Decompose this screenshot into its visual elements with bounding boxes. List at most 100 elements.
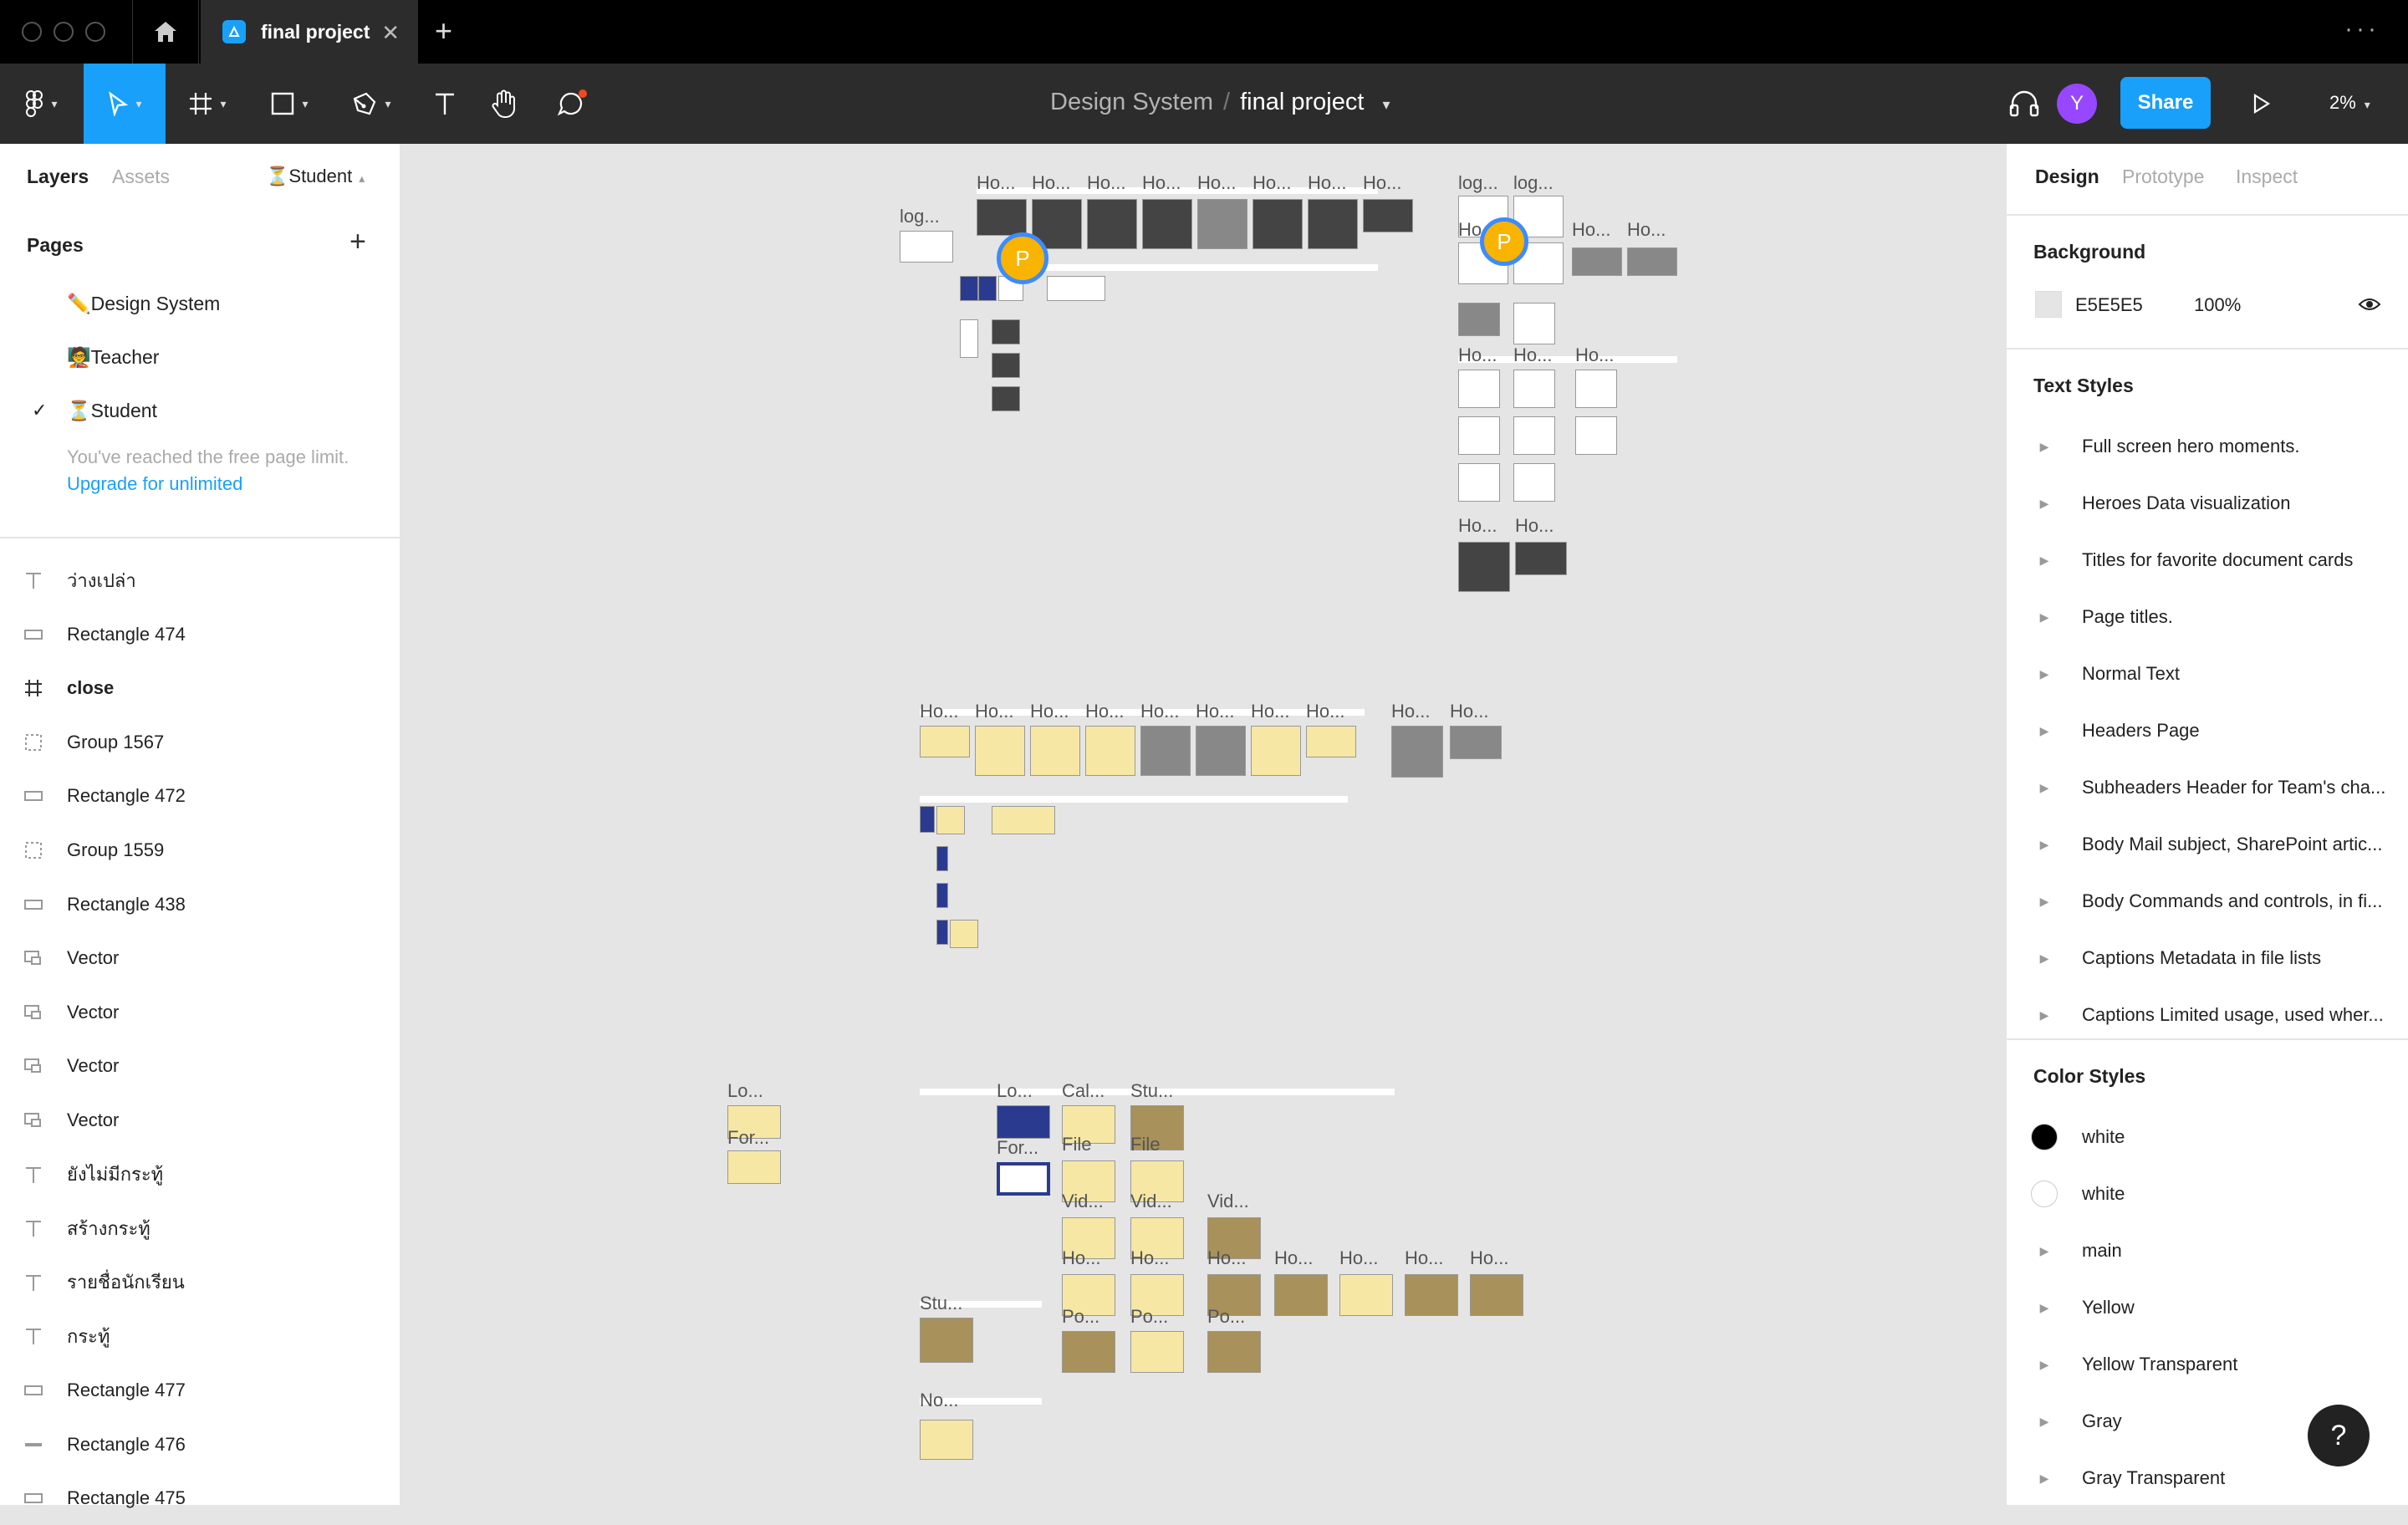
color-style-item[interactable]: white [2007, 1165, 2408, 1222]
frame-thumbnail[interactable] [1627, 247, 1677, 276]
frame-label[interactable]: Ho... [1306, 701, 1344, 722]
caret-right-icon[interactable]: ▶ [2007, 951, 2082, 966]
frame-thumbnail[interactable] [727, 1150, 781, 1184]
frame-thumbnail[interactable] [1515, 542, 1567, 575]
frame-thumbnail[interactable] [1458, 303, 1500, 336]
maximize-window-button[interactable] [85, 22, 105, 42]
caret-right-icon[interactable]: ▶ [2007, 838, 2082, 852]
frame-label[interactable]: Ho... [1363, 172, 1401, 194]
frame-thumbnail[interactable] [1458, 542, 1510, 592]
frame-thumbnail[interactable] [1405, 1274, 1458, 1316]
layer-row[interactable]: Rectangle 477 [0, 1364, 400, 1417]
caret-right-icon[interactable]: ▶ [2007, 1471, 2082, 1486]
caret-right-icon[interactable]: ▶ [2007, 553, 2082, 568]
frame-label[interactable]: Ho... [1251, 701, 1289, 722]
frame-thumbnail[interactable] [920, 1420, 973, 1460]
layer-row[interactable]: Vector [0, 931, 400, 985]
tab-design[interactable]: Design [2035, 166, 2099, 188]
frame-thumbnail[interactable] [936, 846, 948, 871]
frame-thumbnail[interactable] [1274, 1274, 1328, 1316]
frame-thumbnail[interactable] [1252, 199, 1303, 249]
caret-right-icon[interactable]: ▶ [2007, 1415, 2082, 1429]
tab-layers[interactable]: Layers [27, 166, 89, 188]
text-style-item[interactable]: ▶ Full screen hero moments. [2007, 418, 2408, 475]
background-swatch[interactable] [2035, 291, 2062, 318]
frame-label[interactable]: Ho... [1032, 172, 1070, 194]
breadcrumb-file[interactable]: final project [1240, 89, 1364, 115]
frame-label[interactable]: Stu... [920, 1293, 962, 1314]
text-style-item[interactable]: ▶ Headers Page [2007, 702, 2408, 759]
frame-label[interactable]: Ho... [1450, 701, 1488, 722]
frame-thumbnail[interactable] [992, 806, 1055, 834]
frame-label[interactable]: File [1130, 1134, 1160, 1155]
frame-thumbnail[interactable] [1513, 463, 1555, 502]
text-style-item[interactable]: ▶ Subheaders Header for Team's cha... [2007, 759, 2408, 816]
main-menu-button[interactable]: ▾ [0, 64, 82, 144]
close-window-button[interactable] [22, 22, 42, 42]
hand-tool-button[interactable] [480, 64, 530, 144]
background-hex-input[interactable]: E5E5E5 [2075, 294, 2143, 316]
frame-label[interactable]: Lo... [997, 1080, 1033, 1102]
color-style-group[interactable]: ▶ Yellow [2007, 1279, 2408, 1336]
frame-label[interactable]: Ho... [1391, 701, 1430, 722]
layer-row[interactable]: Group 1567 [0, 716, 400, 769]
upgrade-link[interactable]: Upgrade for unlimited [67, 473, 242, 495]
frame-thumbnail[interactable] [1450, 726, 1502, 759]
layer-row[interactable]: Rectangle 475 [0, 1471, 400, 1525]
frame-label[interactable]: File [1062, 1134, 1091, 1155]
frame-thumbnail[interactable] [1572, 247, 1622, 276]
pen-tool-button[interactable]: ▾ [338, 64, 405, 144]
audio-call-button[interactable] [1995, 64, 2053, 144]
frame-thumbnail[interactable] [900, 231, 953, 263]
frame-thumbnail[interactable] [920, 1318, 973, 1363]
frame-label[interactable]: Ho... [1085, 701, 1124, 722]
present-button[interactable] [2234, 64, 2289, 144]
frame-thumbnail[interactable] [1207, 1331, 1261, 1373]
layer-row[interactable]: Rectangle 438 [0, 878, 400, 931]
frame-thumbnail[interactable] [1047, 276, 1105, 301]
frame-label[interactable]: Ho... [1470, 1247, 1508, 1269]
frame-thumbnail[interactable] [978, 276, 997, 301]
caret-right-icon[interactable]: ▶ [2007, 724, 2082, 738]
frame-thumbnail[interactable] [1140, 726, 1191, 776]
frame-label[interactable]: Vid... [1207, 1191, 1249, 1212]
frame-label[interactable]: Ho... [1130, 1247, 1169, 1269]
frame-thumbnail[interactable] [920, 806, 935, 833]
frame-thumbnail[interactable] [1085, 726, 1135, 776]
move-tool-button[interactable]: ▾ [84, 64, 166, 144]
frame-thumbnail[interactable] [1513, 370, 1555, 408]
layer-row[interactable]: ว่างเปล่า [0, 553, 400, 607]
frame-thumbnail[interactable] [992, 386, 1020, 411]
frame-label[interactable]: Cal... [1062, 1080, 1105, 1102]
page-item[interactable]: ✓ ⏳Student [0, 383, 400, 436]
frame-label[interactable]: Ho... [1458, 344, 1497, 366]
layer-row[interactable]: Vector [0, 1039, 400, 1093]
frame-thumbnail[interactable] [1363, 199, 1413, 232]
avatar[interactable]: Y [2057, 84, 2097, 124]
frame-thumbnail[interactable] [975, 726, 1025, 776]
frame-label[interactable]: Ho... [1513, 344, 1552, 366]
text-style-item[interactable]: ▶ Captions Metadata in file lists [2007, 930, 2408, 987]
caret-right-icon[interactable]: ▶ [2007, 1008, 2082, 1023]
caret-right-icon[interactable]: ▶ [2007, 1301, 2082, 1315]
frame-label[interactable]: Po... [1130, 1306, 1168, 1328]
frame-label[interactable]: For... [997, 1137, 1038, 1159]
frame-label[interactable]: Lo... [727, 1080, 763, 1102]
minimize-window-button[interactable] [54, 22, 74, 42]
frame-label[interactable]: Ho... [1087, 172, 1125, 194]
frame-label[interactable]: For... [727, 1127, 769, 1149]
frame-label[interactable]: Ho... [920, 701, 958, 722]
frame-thumbnail[interactable] [1458, 370, 1500, 408]
layer-row[interactable]: Vector [0, 1094, 400, 1147]
shape-tool-button[interactable]: ▾ [256, 64, 323, 144]
frame-label[interactable]: Ho... [1142, 172, 1181, 194]
frame-label[interactable]: Vid... [1062, 1191, 1104, 1212]
frame-label[interactable]: Ho... [975, 701, 1013, 722]
frame-thumbnail[interactable] [1575, 416, 1617, 455]
caret-right-icon[interactable]: ▶ [2007, 497, 2082, 511]
frame-thumbnail[interactable] [1458, 416, 1500, 455]
page-selector[interactable]: ⏳Student ▴ [266, 166, 365, 187]
frame-thumbnail[interactable] [1513, 416, 1555, 455]
frame-label[interactable]: Ho... [1572, 219, 1610, 241]
help-button[interactable]: ? [2308, 1405, 2370, 1466]
